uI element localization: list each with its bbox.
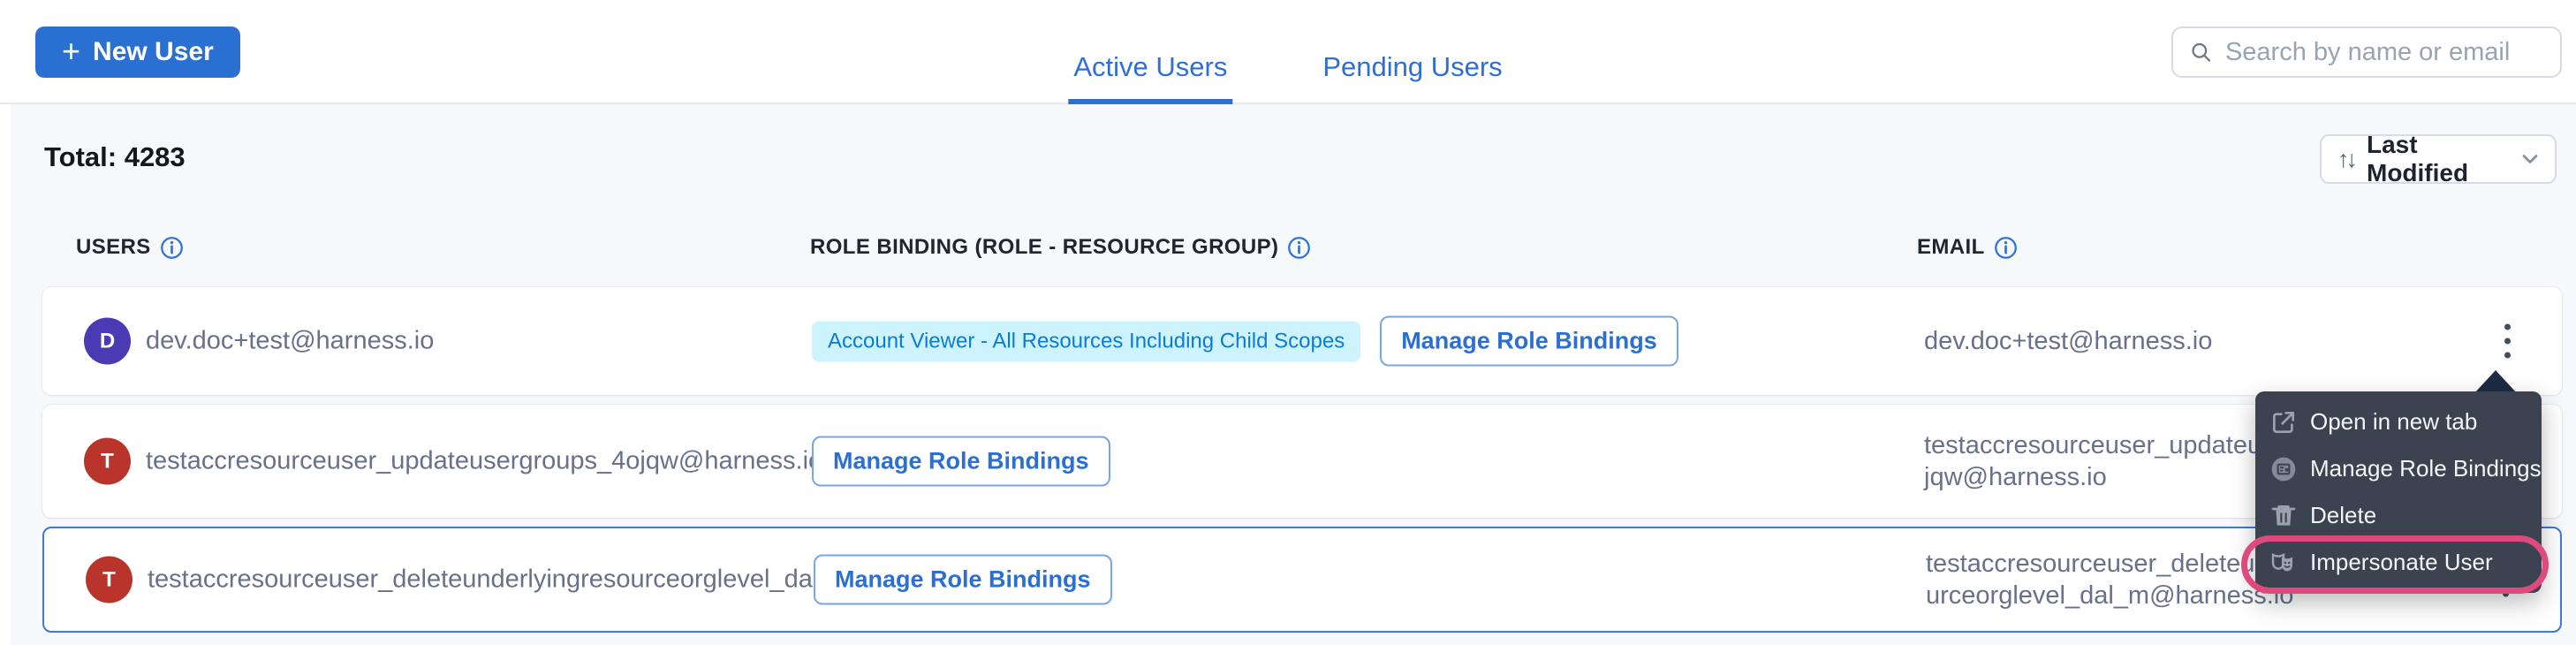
sort-dropdown[interactable]: ↑↓ Last Modified xyxy=(2320,134,2557,184)
menu-item-delete[interactable]: Delete xyxy=(2255,492,2542,539)
avatar: T xyxy=(86,557,133,603)
column-header-email-label: EMAIL xyxy=(1917,235,1985,260)
user-management-page: + New User Active Users Pending Users To… xyxy=(0,0,2576,645)
search-box[interactable] xyxy=(2171,27,2562,78)
avatar: D xyxy=(84,318,131,365)
info-icon[interactable] xyxy=(1287,236,1311,260)
tab-bar: Active Users Pending Users xyxy=(1068,51,1507,104)
sort-selected-value: Last Modified xyxy=(2367,131,2505,187)
new-user-button-label: New User xyxy=(93,37,214,67)
role-binding-badge: Account Viewer - All Resources Including… xyxy=(812,321,1360,361)
menu-item-label: Impersonate User xyxy=(2310,549,2493,576)
menu-item-label: Delete xyxy=(2310,502,2376,529)
sort-arrows-icon: ↑↓ xyxy=(2337,146,2354,173)
column-header-role-binding-label: ROLE BINDING (ROLE - RESOURCE GROUP) xyxy=(810,235,1278,260)
menu-item-label: Open in new tab xyxy=(2310,408,2477,436)
total-count: Total: 4283 xyxy=(44,141,186,173)
info-icon[interactable] xyxy=(160,236,184,260)
row-context-menu: Open in new tab Manage Role Bindings Del… xyxy=(2255,391,2542,593)
total-label: Total: xyxy=(44,141,117,172)
chevron-down-icon xyxy=(2518,147,2542,171)
table-row-selected[interactable]: T testaccresourceuser_deleteunderlyingre… xyxy=(42,527,2562,633)
table-row[interactable]: T testaccresourceuser_updateusergroups_4… xyxy=(42,405,2562,518)
info-icon[interactable] xyxy=(1994,236,2018,260)
manage-role-bindings-icon xyxy=(2269,455,2298,483)
header-bar: + New User Active Users Pending Users xyxy=(0,0,2576,104)
column-header-users: USERS xyxy=(76,235,184,260)
menu-item-label: Manage Role Bindings xyxy=(2310,455,2542,482)
search-input[interactable] xyxy=(2225,38,2544,67)
role-binding-cell: Manage Role Bindings xyxy=(812,436,1110,487)
email-cell: dev.doc+test@harness.io xyxy=(1924,325,2419,357)
new-user-button[interactable]: + New User xyxy=(35,27,240,78)
role-binding-cell: Manage Role Bindings xyxy=(814,555,1112,605)
context-menu-caret xyxy=(2474,370,2517,393)
user-name: dev.doc+test@harness.io xyxy=(146,327,434,356)
open-in-new-tab-icon xyxy=(2269,408,2298,436)
column-header-users-label: USERS xyxy=(76,235,151,260)
plus-icon: + xyxy=(62,35,80,67)
total-value: 4283 xyxy=(125,141,186,172)
tab-active-users[interactable]: Active Users xyxy=(1068,51,1232,104)
user-name: testaccresourceuser_deleteunderlyingreso… xyxy=(148,565,839,595)
role-binding-cell: Account Viewer - All Resources Including… xyxy=(812,316,1678,367)
column-header-role-binding: ROLE BINDING (ROLE - RESOURCE GROUP) xyxy=(810,235,1311,260)
table-row[interactable]: D dev.doc+test@harness.io Account Viewer… xyxy=(42,287,2562,395)
column-header-email: EMAIL xyxy=(1917,235,2018,260)
menu-item-open-in-new-tab[interactable]: Open in new tab xyxy=(2255,398,2542,445)
impersonate-user-icon xyxy=(2269,549,2298,577)
trash-icon xyxy=(2269,502,2298,530)
menu-item-impersonate-user[interactable]: Impersonate User xyxy=(2255,539,2542,586)
row-options-menu-button[interactable] xyxy=(2499,319,2516,364)
search-icon xyxy=(2189,39,2213,65)
avatar: T xyxy=(84,438,131,485)
manage-role-bindings-button[interactable]: Manage Role Bindings xyxy=(1380,316,1678,367)
manage-role-bindings-button[interactable]: Manage Role Bindings xyxy=(812,436,1110,487)
manage-role-bindings-button[interactable]: Manage Role Bindings xyxy=(814,555,1112,605)
tab-pending-users[interactable]: Pending Users xyxy=(1317,51,1507,104)
user-name: testaccresourceuser_updateusergroups_4oj… xyxy=(146,447,822,476)
menu-item-manage-role-bindings[interactable]: Manage Role Bindings xyxy=(2255,445,2542,492)
